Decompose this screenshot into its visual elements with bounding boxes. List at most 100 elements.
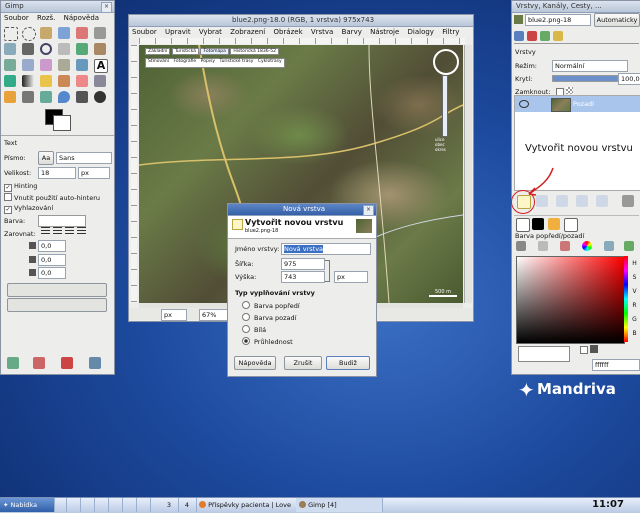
move-icon[interactable]	[76, 43, 88, 55]
scales-selector-icon[interactable]	[624, 241, 634, 251]
image-select[interactable]: blue2.png-18	[525, 14, 591, 26]
zoom-select[interactable]: 67%	[199, 309, 229, 321]
map-pan-control[interactable]	[433, 49, 459, 75]
start-menu-button[interactable]: ✦ Nabídka	[0, 498, 55, 512]
width-field[interactable]: 975	[281, 258, 325, 270]
gimp-selector-icon[interactable]	[516, 241, 526, 251]
text-along-path-button[interactable]	[7, 298, 107, 312]
justify-right-icon[interactable]	[53, 227, 62, 236]
delete-layer-icon[interactable]	[622, 195, 634, 207]
menu-filtry[interactable]: Filtry	[442, 28, 459, 36]
task-browser[interactable]: Příspěvky pacienta | Love	[196, 498, 299, 512]
launcher-browser-icon[interactable]	[66, 498, 81, 512]
ok-button[interactable]: Budiž	[326, 356, 370, 370]
eye-icon[interactable]	[519, 100, 529, 108]
menu-vybrat[interactable]: Vybrat	[199, 28, 222, 36]
layer-name-field[interactable]: Nová vrstva	[281, 243, 371, 255]
menu-nastroje[interactable]: Nástroje	[370, 28, 399, 36]
menu-soubor[interactable]: Soubor	[132, 28, 157, 36]
channel-s[interactable]: S	[630, 271, 639, 285]
unit-select[interactable]: px	[161, 309, 187, 321]
rect-select-icon[interactable]	[4, 27, 18, 41]
toolbox-titlebar[interactable]: Gimp ×	[1, 1, 114, 13]
menu-barvy[interactable]: Barvy	[342, 28, 362, 36]
restore-options-icon[interactable]	[33, 357, 45, 369]
tray-update-icon[interactable]	[564, 498, 576, 512]
dodge-burn-icon[interactable]	[94, 91, 106, 103]
auto-button[interactable]: Automaticky	[594, 13, 640, 27]
paths-icon[interactable]	[4, 43, 16, 55]
channel-h[interactable]: H	[630, 257, 639, 271]
lasso-icon[interactable]	[40, 27, 52, 39]
delete-options-icon[interactable]	[61, 357, 73, 369]
color-picker-icon[interactable]	[22, 43, 34, 55]
reset-options-icon[interactable]	[89, 357, 101, 369]
background-color-swatch[interactable]	[53, 115, 71, 131]
cancel-button[interactable]: Zrušit	[284, 356, 322, 370]
size-field[interactable]: 18	[38, 167, 76, 179]
channel-v[interactable]: V	[630, 285, 639, 299]
fill-option-radio[interactable]: Barva popředí	[242, 300, 362, 312]
chain-link-icon[interactable]	[325, 260, 330, 282]
menu-rozs[interactable]: Rozš.	[37, 14, 55, 22]
text-path-button[interactable]	[7, 283, 107, 297]
channel-r[interactable]: R	[630, 299, 639, 313]
clock[interactable]: 11:07	[585, 498, 631, 512]
close-icon[interactable]: ×	[363, 205, 374, 216]
blur-icon[interactable]	[58, 91, 70, 103]
map-option-stinovani[interactable]: Stínování	[148, 59, 169, 64]
layers-dock-titlebar[interactable]: Vrstvy, Kanály, Cesty, ...	[512, 1, 640, 13]
font-swatch[interactable]	[564, 218, 578, 232]
image-window-titlebar[interactable]: blue2.png-18.0 (RGB, 1 vrstva) 975x743	[129, 15, 473, 27]
bucket-fill-icon[interactable]	[4, 75, 16, 87]
map-tab-turisticka[interactable]: Turistická	[171, 48, 199, 55]
pencil-icon[interactable]	[40, 75, 52, 87]
channels-tab-icon[interactable]	[527, 31, 537, 41]
launcher-mail-icon[interactable]	[80, 498, 95, 512]
ink-icon[interactable]	[4, 91, 16, 103]
save-options-icon[interactable]	[7, 357, 19, 369]
launcher-help-icon[interactable]	[136, 498, 151, 512]
menu-soubor[interactable]: Soubor	[4, 14, 29, 22]
fg-bg-preview[interactable]	[518, 346, 570, 362]
launcher-home-icon[interactable]	[52, 498, 67, 512]
scissors-icon[interactable]	[94, 27, 106, 39]
desktop-3[interactable]: 3	[160, 498, 179, 512]
line-spacing-field[interactable]: 0,0	[38, 254, 66, 266]
undo-tab-icon[interactable]	[553, 31, 563, 41]
map-tab-fotomapa[interactable]: Fotomapa	[200, 48, 229, 55]
font-picker-button[interactable]: Aa	[38, 151, 54, 165]
close-icon[interactable]: ×	[101, 2, 112, 13]
gradient-swatch[interactable]	[548, 218, 560, 230]
perspective-icon[interactable]	[58, 59, 70, 71]
indent-field[interactable]: 0,0	[38, 240, 66, 252]
hue-slider[interactable]	[624, 256, 628, 342]
vertical-scrollbar[interactable]	[464, 45, 472, 303]
ellipse-select-icon[interactable]	[22, 27, 36, 41]
scale-icon[interactable]	[22, 59, 34, 71]
channel-g[interactable]: G	[630, 313, 639, 327]
menu-dialogy[interactable]: Dialogy	[408, 28, 434, 36]
color-saturation-area[interactable]	[516, 256, 625, 344]
desktop-4[interactable]: 4	[178, 498, 197, 512]
triangle-selector-icon[interactable]	[560, 241, 570, 251]
paths-tab-icon[interactable]	[540, 31, 550, 41]
map-option-cyklotrasy[interactable]: Cyklotrasy	[258, 59, 282, 64]
cmyk-selector-icon[interactable]	[538, 241, 548, 251]
heal-icon[interactable]	[40, 91, 52, 103]
launcher-files-icon[interactable]	[122, 498, 137, 512]
blend-icon[interactable]	[22, 75, 34, 87]
menu-vrstva[interactable]: Vrstva	[311, 28, 334, 36]
font-field[interactable]: Sans	[56, 152, 112, 164]
color-select-icon[interactable]	[76, 27, 88, 39]
justify-fill-icon[interactable]	[77, 227, 86, 236]
mode-select[interactable]: Normální	[552, 60, 628, 72]
unit-select[interactable]: px	[334, 271, 368, 283]
dialog-titlebar[interactable]: Nová vrstva ×	[228, 204, 376, 216]
opacity-slider[interactable]	[552, 75, 618, 82]
clone-icon[interactable]	[22, 91, 34, 103]
crop-icon[interactable]	[94, 43, 106, 55]
paintbrush-icon[interactable]	[58, 75, 70, 87]
fill-option-radio[interactable]: Průhlednost	[242, 336, 362, 348]
brush-swatch[interactable]	[516, 218, 530, 232]
